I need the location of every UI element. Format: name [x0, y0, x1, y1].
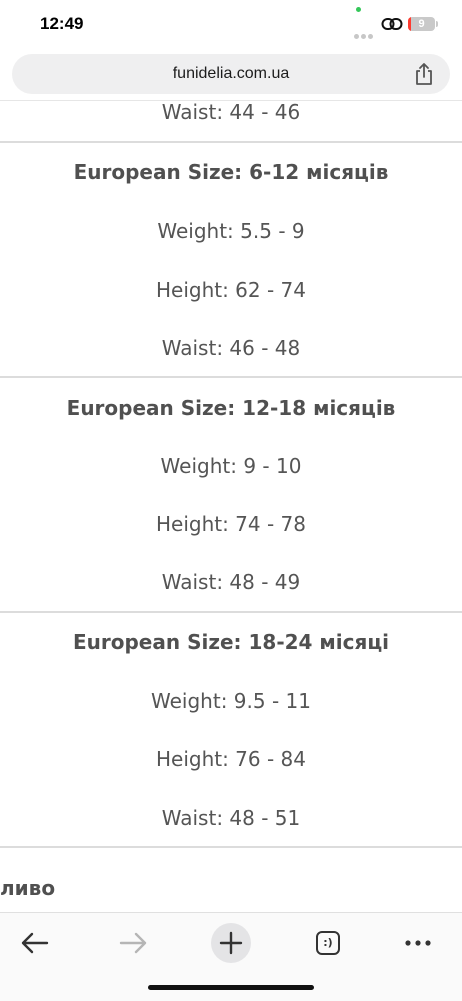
cellular-signal-icon	[354, 24, 378, 39]
url-text[interactable]: funidelia.com.ua	[12, 54, 450, 94]
share-icon[interactable]	[413, 62, 435, 86]
page-content: Waist: 44 - 46 European Size: 6-12 місяц…	[0, 100, 462, 912]
battery-tip	[436, 21, 438, 27]
home-indicator	[148, 985, 314, 990]
plus-icon[interactable]	[209, 921, 253, 965]
partial-section-title: ливо	[0, 876, 56, 900]
section-divider	[0, 376, 462, 378]
size-row-height: Height: 74 - 78	[155, 512, 307, 536]
size-row-weight: Weight: 9 - 10	[160, 454, 302, 478]
size-row-waist: Waist: 48 - 51	[161, 806, 301, 830]
section-divider	[0, 846, 462, 848]
arrow-left-icon[interactable]	[13, 921, 57, 965]
tabs-icon[interactable]: :)	[307, 921, 351, 965]
size-section-heading: European Size: 6-12 місяців	[73, 160, 389, 184]
size-row-weight: Weight: 9.5 - 11	[151, 689, 311, 713]
battery-level: 9	[418, 18, 425, 30]
size-section-heading: European Size: 18-24 місяці	[72, 630, 389, 654]
arrow-right-icon[interactable]	[111, 921, 155, 965]
size-row-waist: Waist: 48 - 49	[161, 570, 301, 594]
status-time: 12:49	[40, 14, 84, 33]
section-divider	[0, 141, 462, 143]
battery-icon: 9	[408, 17, 435, 31]
section-divider	[0, 611, 462, 613]
tabs-count: :)	[316, 931, 340, 955]
camera-in-use-indicator	[356, 7, 361, 12]
status-bar: 12:49 9	[0, 0, 462, 50]
size-section-heading: European Size: 12-18 місяців	[66, 396, 396, 420]
size-row-weight: Weight: 5.5 - 9	[157, 219, 305, 243]
link-icon	[381, 18, 403, 30]
size-row-waist-partial: Waist: 44 - 46	[161, 100, 301, 124]
more-icon[interactable]	[396, 921, 440, 965]
size-row-height: Height: 62 - 74	[155, 278, 307, 302]
address-bar[interactable]: funidelia.com.ua	[12, 54, 450, 94]
size-row-height: Height: 76 - 84	[155, 747, 307, 771]
size-row-waist: Waist: 46 - 48	[161, 336, 301, 360]
